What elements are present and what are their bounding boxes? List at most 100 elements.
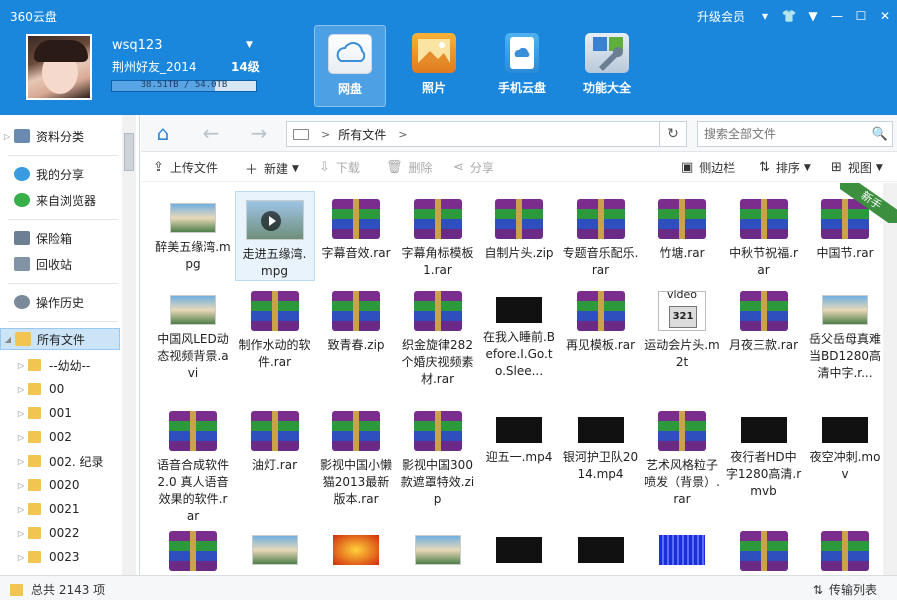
sidebar-item-categories[interactable]: ▷ 资料分类 (0, 125, 120, 147)
file-item[interactable]: 醉美五缘湾.mpg (153, 191, 233, 273)
sidebar-scrollbar[interactable] (122, 115, 136, 575)
tab-cloud-disk[interactable]: 网盘 (314, 25, 386, 107)
expand-arrow-icon[interactable]: ▷ (14, 481, 28, 490)
file-item[interactable]: 中国风LED动态视频背景.avi (153, 283, 233, 382)
new-button[interactable]: ＋新建 ▼ (245, 159, 299, 178)
breadcrumb[interactable]: 所有文件 (338, 126, 386, 143)
folder-tree-item[interactable]: ▷ 002 (14, 426, 134, 448)
download-button[interactable]: ⇩ 下载 (319, 159, 360, 176)
file-item[interactable]: 岳父岳母真难当BD1280高清中字.r... (805, 283, 883, 382)
avatar[interactable] (26, 34, 92, 100)
upload-button[interactable]: ⇪ 上传文件 (153, 159, 218, 176)
file-item[interactable] (235, 523, 315, 571)
file-item[interactable]: video 321 运动会片头.m2t (642, 283, 722, 371)
scrollbar-thumb[interactable] (124, 133, 134, 171)
expand-arrow-icon[interactable]: ▷ (14, 505, 28, 514)
expand-arrow-icon[interactable]: ▷ (14, 553, 28, 562)
file-item[interactable]: 织金旋律282个婚庆视频素材.rar (398, 283, 478, 388)
file-item[interactable]: 再见模板.rar (561, 283, 641, 354)
grid-scrollbar[interactable] (883, 183, 897, 575)
expand-arrow-icon[interactable]: ▷ (14, 361, 28, 370)
file-item[interactable]: 夜空冲刺.mov (805, 403, 883, 483)
tab-phone-cloud[interactable]: 手机云盘 (486, 25, 558, 107)
folder-tree-item[interactable]: ▷ 0023 (14, 546, 134, 568)
file-item[interactable]: 迎五一.mp4 (479, 403, 559, 466)
file-item[interactable]: 专题音乐配乐.rar (561, 191, 641, 279)
forward-arrow-icon[interactable]: → (247, 122, 271, 146)
file-item[interactable] (398, 523, 478, 571)
file-item[interactable]: 油灯.rar (235, 403, 315, 474)
expand-arrow-icon[interactable]: ▷ (14, 409, 28, 418)
tab-photos[interactable]: 照片 (398, 25, 470, 107)
file-item[interactable]: 夜行者HD中字1280高清.rmvb (724, 403, 804, 500)
expand-arrow-icon[interactable]: ▷ (14, 433, 28, 442)
file-item[interactable]: 银河护卫队2014.mp4 (561, 403, 641, 483)
file-item[interactable]: 月夜三款.rar (724, 283, 804, 354)
sidebar-item-safe[interactable]: 保险箱 (0, 227, 120, 249)
chevron-right-icon[interactable]: > (398, 128, 407, 141)
file-item[interactable]: 竹塘.rar (642, 191, 722, 262)
file-item[interactable]: 艺术风格粒子喷发（背景）.rar (642, 403, 722, 508)
sidebar-item-my-share[interactable]: 我的分享 (0, 163, 120, 185)
expand-arrow-icon[interactable]: ▷ (14, 529, 28, 538)
delete-button[interactable]: 🗑 删除 (386, 159, 433, 176)
feedback-icon[interactable]: ▾ (753, 6, 777, 26)
view-button[interactable]: ⊞ 视图 ▼ (831, 159, 883, 176)
search-input[interactable] (698, 127, 868, 141)
sidebar-item-from-browser[interactable]: 来自浏览器 (0, 189, 120, 211)
file-item[interactable]: 致青春.zip (316, 283, 396, 354)
expand-arrow-icon[interactable]: ▷ (14, 457, 28, 466)
close-icon[interactable]: ✕ (873, 6, 897, 26)
upgrade-vip-link[interactable]: 升级会员 (697, 8, 745, 25)
file-item[interactable]: 制作水动的软件.rar (235, 283, 315, 371)
folder-tree-item[interactable]: ▷ 0021 (14, 498, 134, 520)
expand-arrow-icon[interactable]: ▷ (0, 132, 14, 141)
file-item[interactable]: 自制片头.zip (479, 191, 559, 262)
share-button[interactable]: ⋖ 分享 (453, 159, 494, 176)
search-box[interactable]: 🔍 (697, 121, 893, 147)
file-item[interactable]: 中秋节祝福.rar (724, 191, 804, 279)
file-item[interactable] (316, 523, 396, 571)
back-arrow-icon[interactable]: ← (199, 122, 223, 146)
file-item[interactable]: 字幕音效.rar (316, 191, 396, 262)
file-item[interactable] (724, 523, 804, 575)
file-item[interactable] (642, 523, 722, 571)
sidebar-toggle-button[interactable]: ▣ 侧边栏 (681, 159, 735, 176)
menu-icon[interactable]: ▼ (801, 6, 825, 26)
folder-tree-item[interactable]: ▷ 0022 (14, 522, 134, 544)
sidebar-item-all-files[interactable]: ◢ 所有文件 (0, 328, 120, 350)
maximize-icon[interactable]: ☐ (849, 6, 873, 26)
skin-icon[interactable]: 👕 (777, 6, 801, 26)
file-item[interactable] (479, 523, 559, 569)
transfer-list-button[interactable]: ⇅ 传输列表 (813, 581, 877, 598)
sidebar-item-history[interactable]: 操作历史 (0, 291, 120, 313)
file-item[interactable]: 走进五缘湾.mpg (234, 191, 315, 281)
folder-tree-item[interactable]: ▷ 001 (14, 402, 134, 424)
minimize-icon[interactable]: — (825, 6, 849, 26)
folder-tree-item[interactable]: ▷ 0020 (14, 474, 134, 496)
expand-arrow-icon[interactable]: ▷ (14, 385, 28, 394)
collapse-arrow-icon[interactable]: ◢ (1, 335, 15, 344)
sidebar-item-recycle-bin[interactable]: 回收站 (0, 253, 120, 275)
file-item[interactable]: 影视中国小懒猫2013最新版本.rar (316, 403, 396, 508)
home-icon[interactable]: ⌂ (151, 122, 175, 146)
file-item[interactable]: 影视中国300款遮罩特效.zip (398, 403, 478, 508)
folder-tree-item[interactable]: ▷ 00 (14, 378, 134, 400)
file-item[interactable]: 字幕角标模板1.rar (398, 191, 478, 279)
tab-tools[interactable]: 功能大全 (571, 25, 643, 107)
sort-button[interactable]: ⇅ 排序 ▼ (759, 159, 811, 176)
newbie-ribbon[interactable]: 新手 (840, 183, 897, 223)
photo-icon (412, 33, 456, 73)
chevron-down-icon[interactable]: ▼ (246, 40, 253, 50)
user-name[interactable]: wsq123 (112, 38, 162, 53)
file-item[interactable]: 语音合成软件2.0 真人语音效果的软件.rar (153, 403, 233, 525)
refresh-button[interactable]: ↻ (659, 121, 687, 147)
address-bar[interactable]: > 所有文件 > (286, 121, 686, 147)
folder-tree-item[interactable]: ▷ --幼幼-- (14, 354, 134, 376)
search-icon[interactable]: 🔍 (868, 127, 892, 142)
file-item[interactable] (805, 523, 883, 575)
file-item[interactable]: 在我入睡前.Before.I.Go.to.Slee... (479, 283, 559, 380)
folder-tree-item[interactable]: ▷ 002. 纪录 (14, 450, 134, 472)
file-item[interactable] (561, 523, 641, 569)
file-item[interactable] (153, 523, 233, 575)
